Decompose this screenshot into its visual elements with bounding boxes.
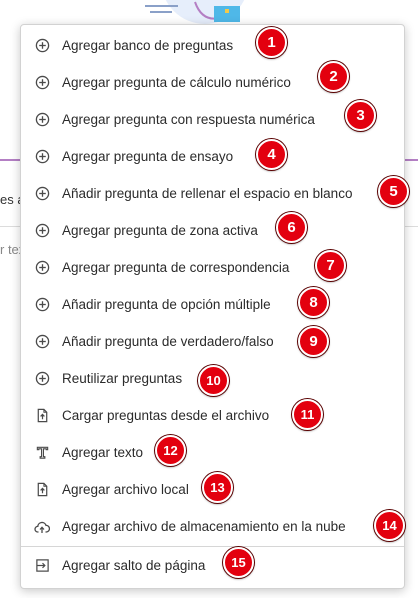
annotation-badge: 13 xyxy=(202,472,233,503)
plus-circle-icon xyxy=(34,38,50,54)
menu-item-label: Añadir pregunta de verdadero/falso xyxy=(62,334,274,349)
menu-item-add-fill-in-blank[interactable]: Añadir pregunta de rellenar el espacio e… xyxy=(21,175,404,212)
page-break-icon xyxy=(34,558,50,574)
plus-circle-icon xyxy=(34,260,50,276)
annotation-badge: 9 xyxy=(298,326,329,357)
menu-item-label: Añadir pregunta de rellenar el espacio e… xyxy=(62,186,353,201)
annotation-badge: 14 xyxy=(374,510,405,541)
menu-item-add-matching[interactable]: Agregar pregunta de correspondencia xyxy=(21,249,404,286)
menu-item-add-hotspot[interactable]: Agregar pregunta de zona activa xyxy=(21,212,404,249)
annotation-badge: 3 xyxy=(345,100,376,131)
menu-item-label: Agregar banco de preguntas xyxy=(62,38,234,53)
plus-circle-icon xyxy=(34,371,50,387)
menu-item-label: Agregar salto de página xyxy=(62,558,206,573)
menu-item-add-text[interactable]: Agregar texto xyxy=(21,434,404,471)
menu-item-label: Agregar pregunta con respuesta numérica xyxy=(62,112,315,127)
plus-circle-icon xyxy=(34,186,50,202)
menu-item-label: Agregar pregunta de zona activa xyxy=(62,223,258,238)
menu-item-label: Añadir pregunta de opción múltiple xyxy=(62,297,271,312)
menu-item-label: Agregar archivo local xyxy=(62,482,189,497)
annotation-badge: 10 xyxy=(198,365,229,396)
plus-circle-icon xyxy=(34,149,50,165)
plus-circle-icon xyxy=(34,334,50,350)
menu-item-add-multiple-choice[interactable]: Añadir pregunta de opción múltiple xyxy=(21,286,404,323)
annotation-badge: 4 xyxy=(256,139,287,170)
annotation-badge: 7 xyxy=(315,250,346,281)
menu-item-add-page-break[interactable]: Agregar salto de página xyxy=(21,547,404,584)
annotation-badge: 2 xyxy=(318,61,349,92)
file-upload-icon xyxy=(34,482,50,498)
header-illustration xyxy=(145,0,245,24)
annotation-badge: 1 xyxy=(256,27,287,58)
annotation-badge: 8 xyxy=(298,287,329,318)
menu-item-label: Reutilizar preguntas xyxy=(62,371,183,386)
menu-item-label: Agregar pregunta de cálculo numérico xyxy=(62,75,291,90)
annotation-badge: 11 xyxy=(292,399,323,430)
plus-circle-icon xyxy=(34,112,50,128)
menu-item-upload-questions-file[interactable]: Cargar preguntas desde el archivo xyxy=(21,397,404,434)
file-upload-icon xyxy=(34,408,50,424)
menu-item-label: Agregar pregunta de correspondencia xyxy=(62,260,290,275)
text-icon xyxy=(34,445,50,461)
plus-circle-icon xyxy=(34,223,50,239)
menu-item-add-question-bank[interactable]: Agregar banco de preguntas xyxy=(21,27,404,64)
menu-item-label: Agregar archivo de almacenamiento en la … xyxy=(62,519,346,534)
menu-item-add-essay[interactable]: Agregar pregunta de ensayo xyxy=(21,138,404,175)
plus-circle-icon xyxy=(34,75,50,91)
menu-item-add-true-false[interactable]: Añadir pregunta de verdadero/falso xyxy=(21,323,404,360)
annotation-badge: 15 xyxy=(223,547,254,578)
menu-item-label: Cargar preguntas desde el archivo xyxy=(62,408,270,423)
annotation-badge: 5 xyxy=(378,176,409,207)
annotation-badge: 12 xyxy=(155,435,186,466)
cloud-upload-icon xyxy=(34,519,50,535)
annotation-badge: 6 xyxy=(276,212,307,243)
plus-circle-icon xyxy=(34,297,50,313)
menu-item-label: Agregar texto xyxy=(62,445,144,460)
menu-item-label: Agregar pregunta de ensayo xyxy=(62,149,234,164)
menu-item-add-cloud-file[interactable]: Agregar archivo de almacenamiento en la … xyxy=(21,508,404,545)
